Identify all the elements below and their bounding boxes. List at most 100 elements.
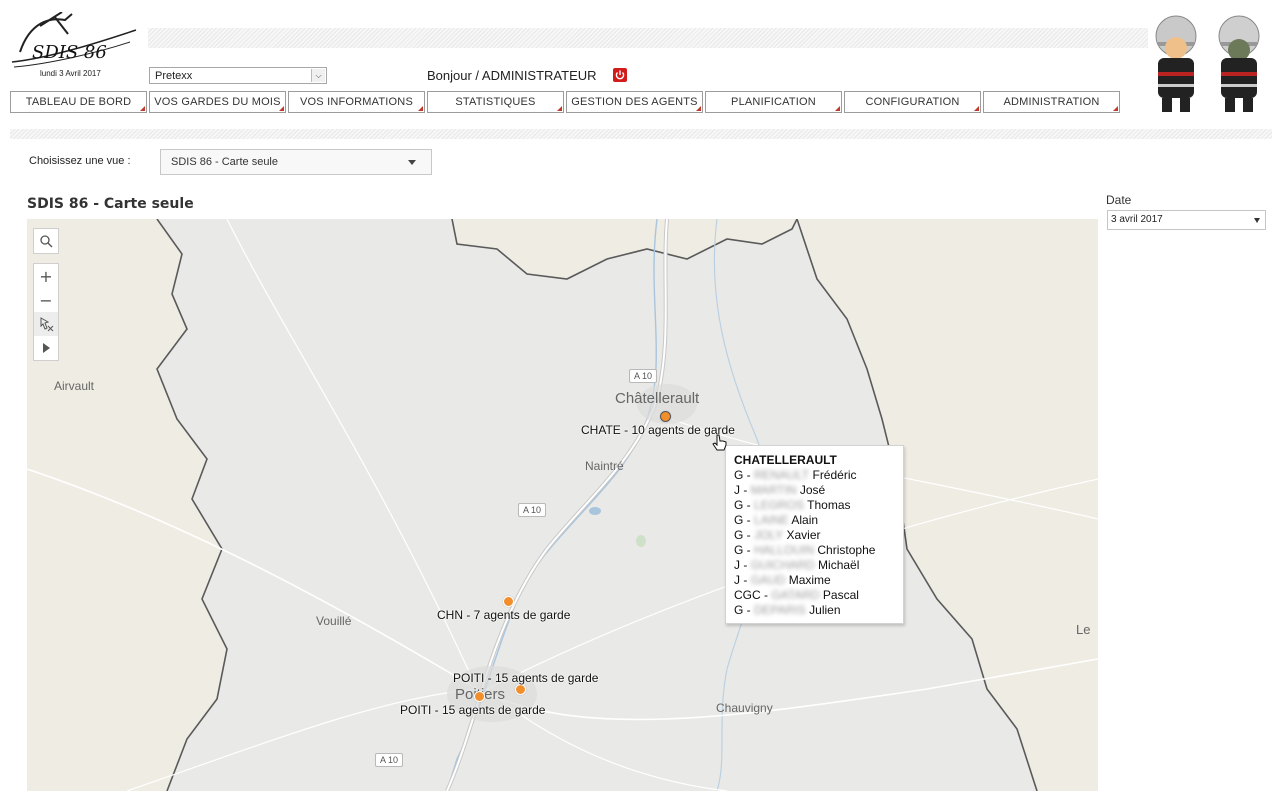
agent-grade: G - <box>734 498 751 512</box>
nav-statistiques[interactable]: STATISTIQUES <box>427 91 564 113</box>
place-chatellerault: Châtellerault <box>615 390 700 407</box>
tooltip-row: J - GUICHARD Michaël <box>734 558 903 573</box>
map-zoom-toolbar: + − <box>33 263 59 361</box>
agent-grade: G - <box>734 513 751 527</box>
agent-name-blurred: GATARD <box>771 588 820 602</box>
view-dropdown-value: SDIS 86 - Carte seule <box>171 156 278 168</box>
agent-grade: G - <box>734 468 751 482</box>
marker-label-poiti: POITI - 15 agents de garde <box>400 703 546 717</box>
agent-firstname: Xavier <box>786 528 821 542</box>
place-chauvigny: Chauvigny <box>716 701 773 715</box>
agent-grade: J - <box>734 573 748 587</box>
agent-firstname: Julien <box>809 603 841 617</box>
greeting-text: Bonjour / ADMINISTRATEUR <box>427 68 597 83</box>
agent-firstname: Alain <box>791 513 819 527</box>
agent-name-blurred: GAUD <box>750 573 786 587</box>
map-search-toolbar <box>33 228 59 254</box>
agent-name-blurred: DEPARIS <box>754 603 806 617</box>
map-view[interactable]: + − Airvault Châtellerault Naintré Vouil… <box>27 219 1098 791</box>
map-marker-chate[interactable] <box>660 411 671 422</box>
nav-label: CONFIGURATION <box>865 96 960 108</box>
nav-configuration[interactable]: CONFIGURATION <box>844 91 981 113</box>
nav-gestion-des-agents[interactable]: GESTION DES AGENTS <box>566 91 703 113</box>
firefighter-mascot-icon <box>1148 14 1204 116</box>
date-filter-value: 3 avril 2017 <box>1111 214 1163 225</box>
page-title: SDIS 86 - Carte seule <box>27 196 194 212</box>
nav-label: VOS GARDES DU MOIS <box>154 96 281 108</box>
nav-label: PLANIFICATION <box>731 96 816 108</box>
nav-vos-gardes-du-mois[interactable]: VOS GARDES DU MOIS <box>149 91 286 113</box>
agent-firstname: Maxime <box>788 573 831 587</box>
date-filter-dropdown[interactable]: 3 avril 2017 <box>1107 210 1266 230</box>
marker-label-poiti: POITI - 15 agents de garde <box>453 671 599 685</box>
agent-name-blurred: LEGROS <box>754 498 805 512</box>
nav-administration[interactable]: ADMINISTRATION <box>983 91 1120 113</box>
view-dropdown[interactable]: SDIS 86 - Carte seule <box>160 149 432 175</box>
agent-grade: J - <box>734 558 748 572</box>
nav-tableau-de-bord[interactable]: TABLEAU DE BORD <box>10 91 147 113</box>
agent-firstname: Pascal <box>822 588 859 602</box>
zoom-out-icon[interactable]: − <box>34 288 58 312</box>
agent-firstname: Frédéric <box>812 468 857 482</box>
tooltip-row: J - MARTIN José <box>734 483 903 498</box>
firefighter-mascot-masked-icon <box>1211 14 1267 116</box>
clear-selection-icon[interactable] <box>34 312 58 336</box>
agent-grade: CGC - <box>734 588 768 602</box>
place-le: Le <box>1076 622 1091 637</box>
chevron-down-icon <box>1254 218 1260 223</box>
agent-name-blurred: HALLOUIN <box>754 543 815 557</box>
road-shield-a10: A 10 <box>518 503 547 517</box>
place-naintre: Naintré <box>585 459 624 473</box>
play-icon[interactable] <box>34 336 58 360</box>
nav-label: ADMINISTRATION <box>1003 96 1100 108</box>
tooltip-row: G - LAINE Alain <box>734 513 903 528</box>
nav-label: VOS INFORMATIONS <box>299 96 413 108</box>
logo-date: lundi 3 Avril 2017 <box>40 69 101 78</box>
chevron-down-icon <box>408 160 416 165</box>
tooltip-row: CGC - GATARD Pascal <box>734 588 903 603</box>
agent-grade: J - <box>734 483 748 497</box>
map-marker-poiti[interactable] <box>474 691 485 702</box>
date-filter-label: Date <box>1106 193 1132 207</box>
nav-label: STATISTIQUES <box>455 96 536 108</box>
agent-name-blurred: GUICHARD <box>750 558 815 572</box>
agent-firstname: Michaël <box>818 558 860 572</box>
agent-name-blurred: JOLY <box>754 528 784 542</box>
nav-vos-informations[interactable]: VOS INFORMATIONS <box>288 91 425 113</box>
map-marker-chn[interactable] <box>503 596 514 607</box>
agent-name-blurred: LAINE <box>754 513 789 527</box>
tooltip-row: G - JOLY Xavier <box>734 528 903 543</box>
logout-power-icon[interactable] <box>613 68 627 82</box>
tooltip-row: G - LEGROS Thomas <box>734 498 903 513</box>
tooltip-title: CHATELLERAULT <box>734 453 837 467</box>
search-icon[interactable] <box>34 229 58 253</box>
tooltip-row: G - DEPARIS Julien <box>734 603 903 618</box>
marker-label-chn: CHN - 7 agents de garde <box>437 608 571 622</box>
place-vouille: Vouillé <box>316 614 352 628</box>
tooltip-row: G - RENAULT Frédéric <box>734 468 903 483</box>
agent-firstname: Thomas <box>807 498 851 512</box>
road-shield-a10: A 10 <box>375 753 404 767</box>
chevron-down-icon[interactable]: ⌵ <box>311 69 325 82</box>
agent-name-blurred: MARTIN <box>750 483 797 497</box>
profile-select-value: Pretexx <box>155 70 193 82</box>
tooltip-row: J - GAUD Maxime <box>734 573 903 588</box>
place-airvault: Airvault <box>54 379 95 393</box>
zoom-in-icon[interactable]: + <box>34 264 58 288</box>
map-basemap <box>27 219 1098 791</box>
hand-cursor-icon <box>712 434 728 458</box>
view-label: Choisissez une vue : <box>29 155 131 167</box>
header-separator-stripe <box>10 129 1272 139</box>
logo-text: SDIS 86 <box>32 42 107 63</box>
map-marker-poiti[interactable] <box>515 684 526 695</box>
nav-label: GESTION DES AGENTS <box>571 96 698 108</box>
agent-firstname: José <box>799 483 826 497</box>
nav-planification[interactable]: PLANIFICATION <box>705 91 842 113</box>
agent-firstname: Christophe <box>817 543 876 557</box>
tooltip-row: G - HALLOUIN Christophe <box>734 543 903 558</box>
agent-grade: G - <box>734 528 751 542</box>
header-stripe <box>148 28 1148 48</box>
agent-grade: G - <box>734 603 751 617</box>
profile-select[interactable]: Pretexx ⌵ <box>149 67 327 84</box>
road-shield-a10: A 10 <box>629 369 658 383</box>
